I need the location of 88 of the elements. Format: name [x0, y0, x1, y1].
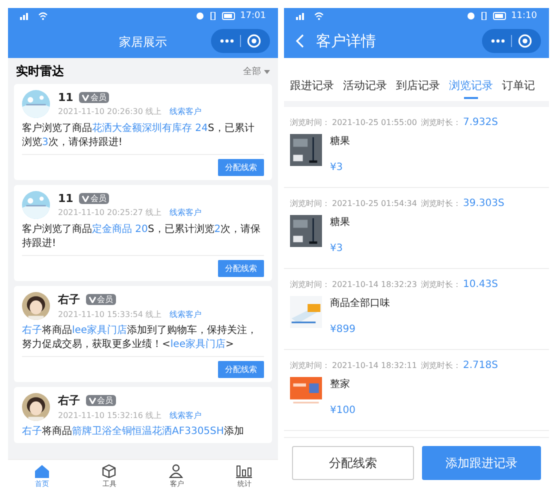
person-icon — [168, 464, 185, 478]
wifi-icon — [314, 12, 324, 20]
assign-button[interactable]: 分配线索 — [218, 361, 264, 378]
v-icon — [89, 296, 96, 303]
target-icon — [247, 34, 261, 48]
assign-button[interactable]: 分配线索 — [218, 260, 264, 277]
activity-message: 右子将商品箭牌卫浴全铜恒温花洒AF3305SH添加 — [22, 425, 245, 439]
customer-tag: 线索客户 — [170, 207, 202, 218]
record-tab[interactable]: 活动记录 — [343, 78, 387, 101]
visit-time: 2021-11-10 20:26:30 线上 — [58, 106, 162, 117]
more-icon — [491, 39, 505, 43]
product-link[interactable]: lee家具门店 — [170, 339, 226, 350]
product-name: 整家 — [330, 378, 351, 391]
battery-icon — [493, 12, 508, 20]
product-name: 糖果 — [330, 134, 350, 148]
activity-message: 右子将商品lee家具门店添加到了购物车，保持关注，努力促成交易，获取更多业绩！<lee家具门店> — [22, 324, 258, 352]
more-icon — [220, 39, 234, 43]
browse-time: 2021-10-25 01:54:34 — [332, 199, 417, 208]
visit-time: 2021-11-10 15:33:54 线上 — [58, 309, 162, 320]
duration-label: 浏览时长： — [420, 198, 461, 209]
customer-tag: 线索客户 — [170, 410, 202, 421]
v-icon — [89, 397, 96, 404]
duration-label: 浏览时长： — [420, 360, 461, 371]
v-icon — [82, 94, 90, 101]
member-badge: 会员 — [86, 395, 116, 406]
member-badge: 会员 — [79, 193, 110, 204]
product-link[interactable]: 右子 — [22, 325, 42, 336]
activity-message: 客户浏览了商品花洒大金额深圳有库存 24S，已累计浏览3次，请保持跟进! — [22, 122, 256, 150]
v-icon — [82, 195, 90, 202]
browse-time-label: 浏览时间： — [290, 117, 330, 128]
battery-icon — [222, 12, 236, 20]
browse-time-label: 浏览时间： — [290, 279, 330, 290]
add-follow-up-button[interactable]: 添加跟进记录 — [422, 446, 541, 480]
target-icon — [518, 34, 532, 48]
product-link[interactable]: 右子 — [22, 426, 42, 437]
product-price: ¥100 — [330, 405, 356, 416]
record-tab[interactable]: 浏览记录 — [449, 78, 493, 101]
browse-duration: 39.303S — [462, 198, 504, 209]
product-name: 糖果 — [330, 216, 350, 229]
browse-duration: 7.932S — [462, 117, 498, 128]
caret-icon — [264, 70, 270, 74]
browse-duration: 2.718S — [462, 360, 498, 371]
member-badge: 会员 — [79, 92, 110, 103]
capsule-menu[interactable] — [211, 29, 270, 53]
vibrate-icon — [479, 12, 490, 20]
record-tab[interactable]: 订单记 — [502, 78, 535, 101]
record-tab[interactable]: 到店记录 — [396, 78, 440, 101]
product-price: ¥3 — [330, 162, 344, 173]
page-title: 客户详情 — [316, 32, 377, 50]
assign-button[interactable]: 分配线索 — [292, 446, 414, 480]
customer-name: 右子 — [58, 393, 80, 408]
browse-duration: 10.43S — [462, 279, 498, 290]
browse-time: 2021-10-25 01:55:00 — [332, 118, 417, 127]
vibrate-icon — [208, 12, 218, 20]
visit-time: 2021-11-10 15:32:16 线上 — [58, 410, 162, 421]
home-icon — [34, 464, 50, 478]
filter-dropdown[interactable]: 全部 — [243, 65, 270, 78]
record-tab[interactable]: 跟进记录 — [290, 78, 334, 101]
duration-label: 浏览时长： — [420, 279, 461, 290]
customer-name: 11 — [58, 91, 74, 104]
browse-time-label: 浏览时间： — [290, 198, 330, 209]
customer-name: 11 — [58, 192, 74, 205]
browse-time: 2021-10-14 18:32:11 — [332, 361, 417, 370]
product-link[interactable]: 花洒大金额深圳有库存 24 — [92, 123, 208, 134]
product-price: ¥3 — [330, 243, 344, 254]
browse-time: 2021-10-14 18:32:23 — [332, 280, 417, 289]
wifi-icon — [38, 12, 48, 20]
product-price: ¥899 — [330, 324, 356, 335]
product-name: 商品全部口味 — [330, 296, 390, 310]
member-badge: 会员 — [86, 294, 116, 305]
bar-chart-icon — [236, 464, 252, 478]
clock-time: 11:10 — [511, 11, 537, 21]
assign-button[interactable]: 分配线索 — [218, 159, 264, 176]
product-link[interactable]: 定金商品 20 — [92, 224, 148, 235]
product-link[interactable]: 箭牌卫浴全铜恒温花洒AF3305SH — [72, 426, 224, 437]
product-link[interactable]: lee家具门店 — [72, 325, 128, 336]
visit-time: 2021-11-10 20:25:27 线上 — [58, 207, 162, 218]
browse-time-label: 浏览时间： — [290, 360, 330, 371]
cube-icon — [101, 464, 118, 478]
section-title: 实时雷达 — [16, 63, 64, 80]
customer-tag: 线索客户 — [170, 106, 202, 117]
customer-tag: 线索客户 — [170, 309, 202, 320]
customer-name: 右子 — [58, 292, 80, 307]
activity-message: 客户浏览了商品定金商品 20S，已累计浏览2次，请保持跟进! — [22, 223, 262, 251]
capsule-menu[interactable] — [482, 29, 541, 53]
duration-label: 浏览时长： — [420, 117, 461, 128]
page-title: 家居展示 — [119, 35, 167, 49]
clock-time: 17:01 — [240, 11, 266, 21]
